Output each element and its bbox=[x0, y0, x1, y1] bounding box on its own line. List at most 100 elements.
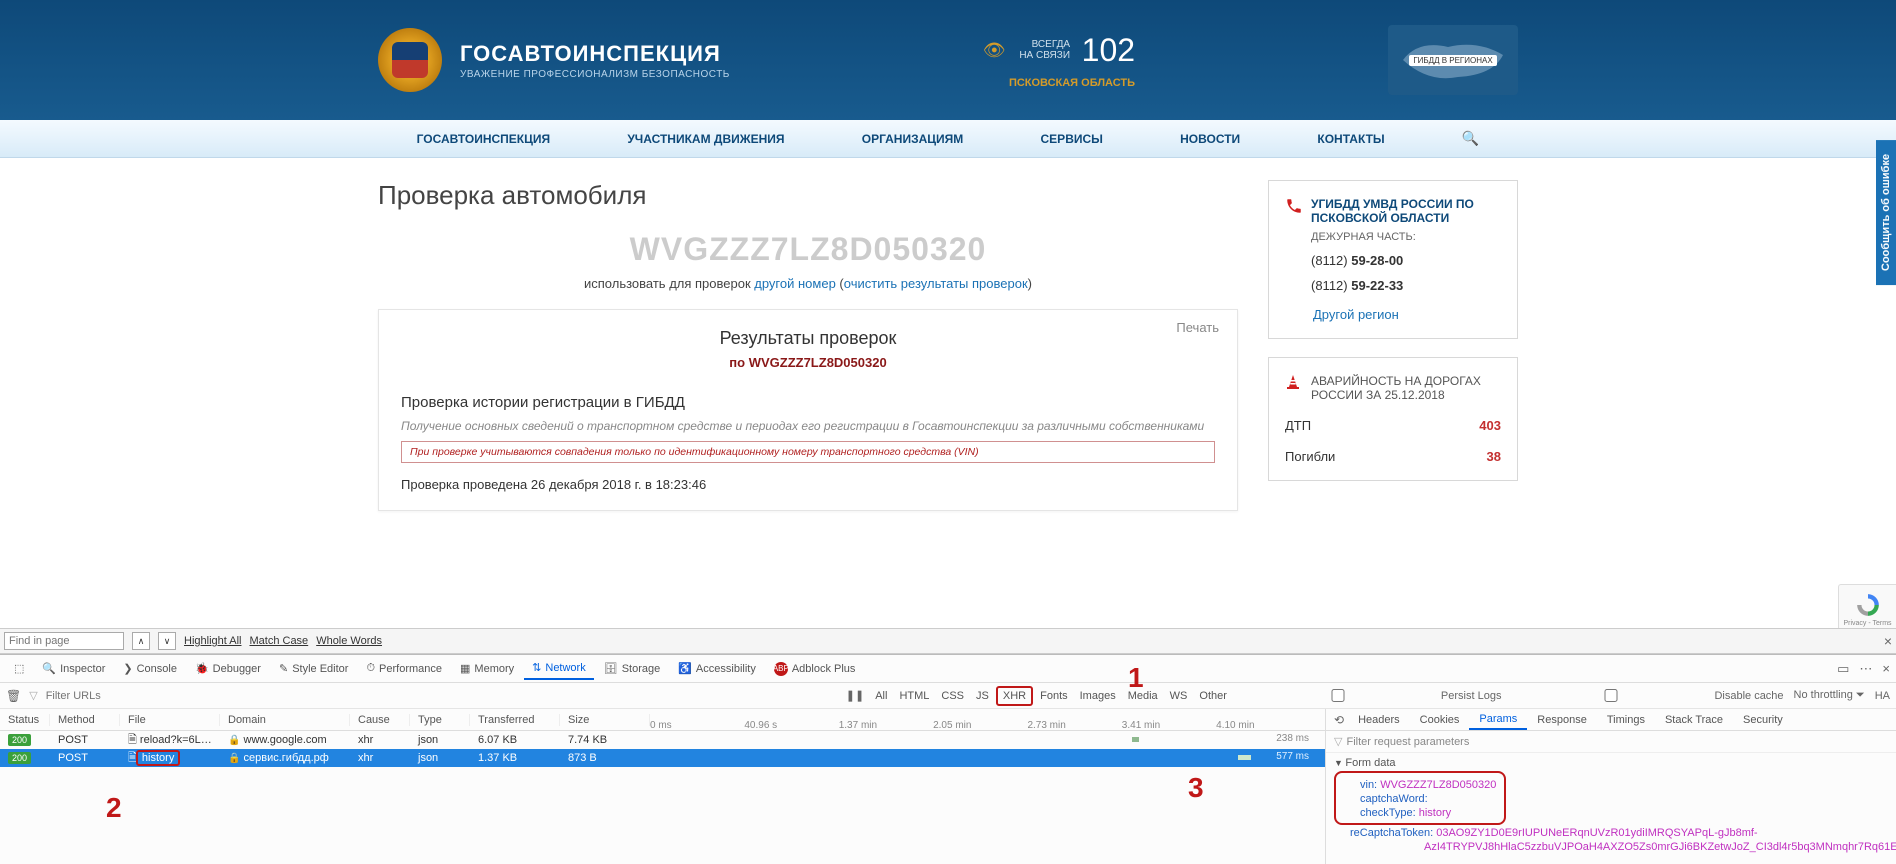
print-link[interactable]: Печать bbox=[1176, 320, 1219, 335]
persist-logs-checkbox[interactable]: Persist Logs bbox=[1238, 689, 1502, 702]
detail-tab-headers[interactable]: Headers bbox=[1348, 711, 1410, 729]
filter-ws[interactable]: WS bbox=[1165, 688, 1193, 704]
annotation-2: 2 bbox=[106, 792, 122, 824]
filter-urls-input[interactable] bbox=[46, 690, 246, 702]
tab-memory[interactable]: ▦Memory bbox=[452, 658, 522, 679]
site-subtitle: УВАЖЕНИЕ ПРОФЕССИОНАЛИЗМ БЕЗОПАСНОСТЬ bbox=[460, 69, 730, 80]
vin-subtitle: использовать для проверок другой номер (… bbox=[378, 276, 1238, 291]
nav-item-3[interactable]: СЕРВИСЫ bbox=[1041, 132, 1103, 146]
network-row-1[interactable]: 200 POST 🗎 history 🔒 сервис.гибдд.рф xhr… bbox=[0, 749, 1325, 767]
tab-inspector[interactable]: 🔍Inspector bbox=[34, 658, 113, 679]
tab-storage[interactable]: 🗄Storage bbox=[596, 658, 669, 679]
filter-xhr[interactable]: XHR bbox=[996, 686, 1033, 706]
recaptcha-icon bbox=[1855, 592, 1881, 618]
detail-tab-cookies[interactable]: Cookies bbox=[1410, 711, 1470, 729]
regions-map[interactable]: ГИБДД В РЕГИОНАХ bbox=[1388, 25, 1518, 95]
detail-tab-response[interactable]: Response bbox=[1527, 711, 1597, 729]
tab-console[interactable]: ❯Console bbox=[115, 658, 185, 679]
whole-words-checkbox[interactable]: Whole Words bbox=[316, 635, 382, 647]
detail-tab-params[interactable]: Params bbox=[1469, 710, 1527, 730]
nav-item-2[interactable]: ОРГАНИЗАЦИЯМ bbox=[862, 132, 964, 146]
eye-icon[interactable]: 👁 bbox=[983, 40, 1006, 60]
tab-adblock[interactable]: ABPAdblock Plus bbox=[766, 658, 864, 680]
detail-tab-timings[interactable]: Timings bbox=[1597, 711, 1655, 729]
accidents-line2: РОССИИ ЗА 25.12.2018 bbox=[1311, 388, 1481, 402]
dead-row: Погибли 38 bbox=[1285, 449, 1501, 464]
filter-other[interactable]: Other bbox=[1194, 688, 1232, 704]
accidents-line1: АВАРИЙНОСТЬ НА ДОРОГАХ bbox=[1311, 374, 1481, 388]
form-data-block: vin: WVGZZZ7LZ8D050320 captchaWord: chec… bbox=[1334, 771, 1506, 825]
tab-style-editor[interactable]: ✎Style Editor bbox=[271, 658, 356, 679]
filter-all[interactable]: All bbox=[870, 688, 892, 704]
col-domain[interactable]: Domain bbox=[220, 714, 350, 726]
detail-tab-stack[interactable]: Stack Trace bbox=[1655, 711, 1733, 729]
responsive-icon[interactable]: ▭ bbox=[1837, 661, 1849, 677]
pause-icon[interactable]: ❚❚ bbox=[846, 689, 864, 702]
result-vin: по WVGZZZ7LZ8D050320 bbox=[401, 355, 1215, 370]
filter-icon[interactable]: ▽ bbox=[29, 689, 37, 702]
recaptcha-badge[interactable]: Privacy - Terms bbox=[1838, 584, 1896, 634]
find-input[interactable] bbox=[4, 632, 124, 650]
devtools: ⬚ 🔍Inspector ❯Console 🐞Debugger ✎Style E… bbox=[0, 654, 1896, 864]
dock-icon[interactable]: ⋯ bbox=[1859, 661, 1872, 677]
header-phone-block: 👁 ВСЕГДА НА СВЯЗИ 102 ПСКОВСКАЯ ОБЛАСТЬ bbox=[983, 32, 1135, 89]
filter-fonts[interactable]: Fonts bbox=[1035, 688, 1073, 704]
col-type[interactable]: Type bbox=[410, 714, 470, 726]
highlight-all-checkbox[interactable]: Highlight All bbox=[184, 635, 241, 647]
feedback-tab[interactable]: Сообщить об ошибке bbox=[1876, 140, 1896, 285]
vin-clear-link[interactable]: очистить результаты проверок bbox=[844, 276, 1028, 291]
col-cause[interactable]: Cause bbox=[350, 714, 410, 726]
vin-warning: При проверке учитываются совпадения толь… bbox=[401, 441, 1215, 463]
devtools-close-icon[interactable]: × bbox=[1882, 661, 1890, 677]
detail-tab-security[interactable]: Security bbox=[1733, 711, 1793, 729]
tab-debugger[interactable]: 🐞Debugger bbox=[187, 658, 269, 679]
form-data-section[interactable]: Form data bbox=[1334, 757, 1888, 769]
col-file[interactable]: File bbox=[120, 714, 220, 726]
network-request-list: Status Method File Domain Cause Type Tra… bbox=[0, 709, 1326, 864]
check-description: Получение основных сведений о транспортн… bbox=[401, 419, 1215, 433]
col-status[interactable]: Status bbox=[0, 714, 50, 726]
find-prev-button[interactable]: ∧ bbox=[132, 632, 150, 650]
dead-value: 38 bbox=[1487, 449, 1501, 464]
filter-css[interactable]: CSS bbox=[936, 688, 969, 704]
col-method[interactable]: Method bbox=[50, 714, 120, 726]
nav-item-0[interactable]: ГОСАВТОИНСПЕКЦИЯ bbox=[417, 132, 551, 146]
vin-other-link[interactable]: другой номер bbox=[754, 276, 836, 291]
dtp-label: ДТП bbox=[1285, 418, 1311, 433]
check-title: Проверка истории регистрации в ГИБДД bbox=[401, 394, 1215, 411]
search-icon[interactable]: 🔍 bbox=[1462, 130, 1479, 147]
detail-filter[interactable]: ▽Filter request parameters bbox=[1326, 731, 1896, 753]
col-transferred[interactable]: Transferred bbox=[470, 714, 560, 726]
nav-item-4[interactable]: НОВОСТИ bbox=[1180, 132, 1240, 146]
find-close-button[interactable]: × bbox=[1884, 633, 1892, 649]
logo-block[interactable]: ГОСАВТОИНСПЕКЦИЯ УВАЖЕНИЕ ПРОФЕССИОНАЛИЗ… bbox=[378, 28, 730, 92]
throttling-select[interactable]: No throttling ⏷ bbox=[1794, 689, 1865, 702]
detail-back-icon[interactable]: ⟲ bbox=[1330, 713, 1348, 727]
dtp-value: 403 bbox=[1479, 418, 1501, 433]
lock-icon: 🔒 bbox=[228, 735, 240, 746]
dtp-row: ДТП 403 bbox=[1285, 418, 1501, 433]
tab-performance[interactable]: ⏱Performance bbox=[358, 658, 450, 679]
filter-images[interactable]: Images bbox=[1075, 688, 1121, 704]
har-button[interactable]: HA bbox=[1875, 690, 1890, 702]
tab-accessibility[interactable]: ♿Accessibility bbox=[670, 658, 764, 679]
nav-item-1[interactable]: УЧАСТНИКАМ ДВИЖЕНИЯ bbox=[627, 132, 784, 146]
recaptcha-text: Privacy - Terms bbox=[1843, 620, 1891, 627]
disable-cache-checkbox[interactable]: Disable cache bbox=[1511, 689, 1783, 702]
match-case-checkbox[interactable]: Match Case bbox=[249, 635, 308, 647]
clear-icon[interactable]: 🗑 bbox=[6, 689, 21, 703]
lock-icon: 🔒 bbox=[228, 753, 240, 764]
result-box: Печать Результаты проверок по WVGZZZ7LZ8… bbox=[378, 309, 1238, 511]
col-size[interactable]: Size bbox=[560, 714, 650, 726]
other-region-link[interactable]: Другой регион bbox=[1313, 307, 1501, 322]
filter-html[interactable]: HTML bbox=[894, 688, 934, 704]
filter-js[interactable]: JS bbox=[971, 688, 994, 704]
page-title: Проверка автомобиля bbox=[378, 180, 1238, 211]
tab-network[interactable]: ⇅Network bbox=[524, 657, 594, 680]
header-region[interactable]: ПСКОВСКАЯ ОБЛАСТЬ bbox=[983, 77, 1135, 89]
cone-icon bbox=[1285, 374, 1301, 395]
nav-item-5[interactable]: КОНТАКТЫ bbox=[1317, 132, 1384, 146]
pick-element-icon[interactable]: ⬚ bbox=[6, 658, 32, 679]
find-next-button[interactable]: ∨ bbox=[158, 632, 176, 650]
network-row-0[interactable]: 200 POST 🗎 reload?k=6Lc6… 🔒 www.google.c… bbox=[0, 731, 1325, 749]
